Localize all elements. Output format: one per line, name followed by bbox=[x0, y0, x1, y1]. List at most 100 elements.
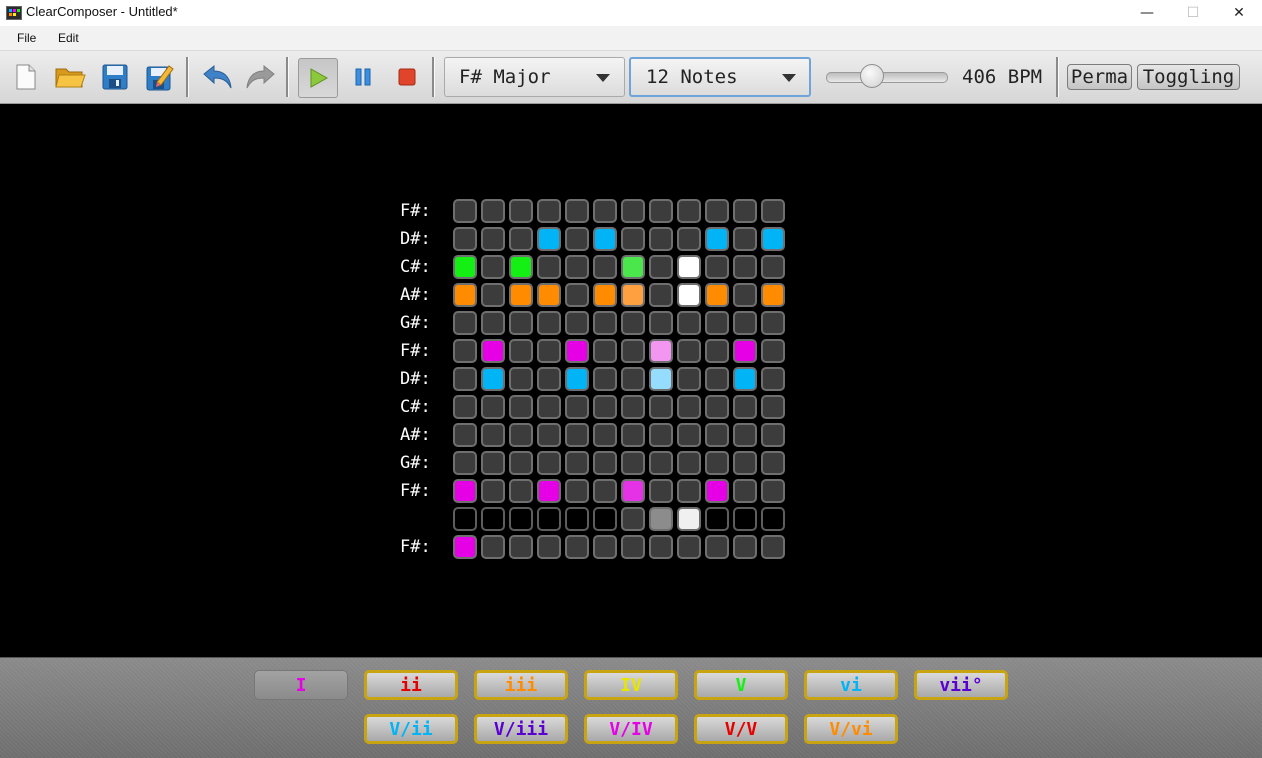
note-cell[interactable] bbox=[621, 451, 645, 475]
note-cell[interactable] bbox=[761, 199, 785, 223]
note-cell[interactable] bbox=[565, 367, 589, 391]
note-cell[interactable] bbox=[677, 199, 701, 223]
note-cell[interactable] bbox=[621, 479, 645, 503]
note-cell[interactable] bbox=[453, 227, 477, 251]
note-cell[interactable] bbox=[565, 507, 589, 531]
chord-button[interactable]: V/V bbox=[694, 714, 788, 744]
note-cell[interactable] bbox=[733, 451, 757, 475]
note-cell[interactable] bbox=[593, 339, 617, 363]
note-cell[interactable] bbox=[761, 395, 785, 419]
chord-button[interactable]: V/iii bbox=[474, 714, 568, 744]
note-cell[interactable] bbox=[621, 255, 645, 279]
stop-icon[interactable] bbox=[389, 59, 425, 95]
note-cell[interactable] bbox=[761, 367, 785, 391]
note-cell[interactable] bbox=[453, 367, 477, 391]
save-as-icon[interactable] bbox=[142, 59, 178, 95]
tempo-slider[interactable] bbox=[826, 72, 948, 83]
note-cell[interactable] bbox=[565, 255, 589, 279]
note-cell[interactable] bbox=[453, 311, 477, 335]
note-cell[interactable] bbox=[705, 339, 729, 363]
note-cell[interactable] bbox=[481, 423, 505, 447]
note-cell[interactable] bbox=[677, 395, 701, 419]
note-cell[interactable] bbox=[733, 479, 757, 503]
note-cell[interactable] bbox=[509, 311, 533, 335]
note-cell[interactable] bbox=[677, 227, 701, 251]
note-cell[interactable] bbox=[565, 451, 589, 475]
note-cell[interactable] bbox=[677, 367, 701, 391]
note-cell[interactable] bbox=[677, 535, 701, 559]
note-cell[interactable] bbox=[733, 311, 757, 335]
note-cell[interactable] bbox=[537, 395, 561, 419]
note-count-select[interactable]: 12 Notes bbox=[629, 57, 811, 97]
note-cell[interactable] bbox=[481, 227, 505, 251]
note-cell[interactable] bbox=[621, 423, 645, 447]
note-cell[interactable] bbox=[509, 479, 533, 503]
note-cell[interactable] bbox=[537, 451, 561, 475]
note-cell[interactable] bbox=[761, 339, 785, 363]
note-cell[interactable] bbox=[453, 255, 477, 279]
chord-button[interactable]: I bbox=[254, 670, 348, 700]
chord-button[interactable]: iii bbox=[474, 670, 568, 700]
note-cell[interactable] bbox=[509, 535, 533, 559]
chord-button[interactable]: V/vi bbox=[804, 714, 898, 744]
note-cell[interactable] bbox=[705, 367, 729, 391]
note-cell[interactable] bbox=[649, 451, 673, 475]
note-cell[interactable] bbox=[733, 367, 757, 391]
note-cell[interactable] bbox=[649, 227, 673, 251]
note-cell[interactable] bbox=[733, 507, 757, 531]
note-cell[interactable] bbox=[481, 311, 505, 335]
note-cell[interactable] bbox=[761, 479, 785, 503]
note-cell[interactable] bbox=[537, 227, 561, 251]
note-cell[interactable] bbox=[593, 255, 617, 279]
note-cell[interactable] bbox=[593, 367, 617, 391]
note-cell[interactable] bbox=[565, 339, 589, 363]
note-cell[interactable] bbox=[537, 507, 561, 531]
note-cell[interactable] bbox=[565, 199, 589, 223]
note-cell[interactable] bbox=[537, 339, 561, 363]
note-cell[interactable] bbox=[677, 255, 701, 279]
note-cell[interactable] bbox=[705, 199, 729, 223]
note-cell[interactable] bbox=[481, 507, 505, 531]
note-cell[interactable] bbox=[761, 311, 785, 335]
note-cell[interactable] bbox=[705, 535, 729, 559]
note-cell[interactable] bbox=[537, 535, 561, 559]
note-cell[interactable] bbox=[705, 311, 729, 335]
note-cell[interactable] bbox=[705, 227, 729, 251]
tempo-slider-thumb[interactable] bbox=[860, 64, 884, 88]
note-cell[interactable] bbox=[649, 283, 673, 307]
note-cell[interactable] bbox=[481, 367, 505, 391]
new-file-icon[interactable] bbox=[8, 59, 44, 95]
note-cell[interactable] bbox=[677, 423, 701, 447]
menu-file[interactable]: File bbox=[17, 31, 36, 45]
note-cell[interactable] bbox=[537, 283, 561, 307]
save-icon[interactable] bbox=[97, 59, 133, 95]
note-cell[interactable] bbox=[593, 535, 617, 559]
note-cell[interactable] bbox=[481, 339, 505, 363]
note-cell[interactable] bbox=[593, 199, 617, 223]
note-cell[interactable] bbox=[593, 283, 617, 307]
note-cell[interactable] bbox=[621, 507, 645, 531]
note-cell[interactable] bbox=[733, 255, 757, 279]
note-cell[interactable] bbox=[481, 479, 505, 503]
note-cell[interactable] bbox=[481, 535, 505, 559]
note-cell[interactable] bbox=[593, 507, 617, 531]
note-cell[interactable] bbox=[733, 535, 757, 559]
perma-toggle[interactable]: Perma bbox=[1067, 64, 1132, 90]
note-cell[interactable] bbox=[593, 423, 617, 447]
note-cell[interactable] bbox=[733, 227, 757, 251]
note-cell[interactable] bbox=[593, 479, 617, 503]
note-cell[interactable] bbox=[593, 395, 617, 419]
note-cell[interactable] bbox=[481, 255, 505, 279]
note-cell[interactable] bbox=[677, 451, 701, 475]
chord-button[interactable]: vii° bbox=[914, 670, 1008, 700]
note-cell[interactable] bbox=[649, 311, 673, 335]
note-cell[interactable] bbox=[481, 451, 505, 475]
note-cell[interactable] bbox=[509, 451, 533, 475]
note-cell[interactable] bbox=[733, 395, 757, 419]
note-cell[interactable] bbox=[677, 283, 701, 307]
note-cell[interactable] bbox=[537, 367, 561, 391]
note-cell[interactable] bbox=[705, 507, 729, 531]
note-cell[interactable] bbox=[677, 507, 701, 531]
note-cell[interactable] bbox=[565, 423, 589, 447]
undo-icon[interactable] bbox=[199, 59, 235, 95]
